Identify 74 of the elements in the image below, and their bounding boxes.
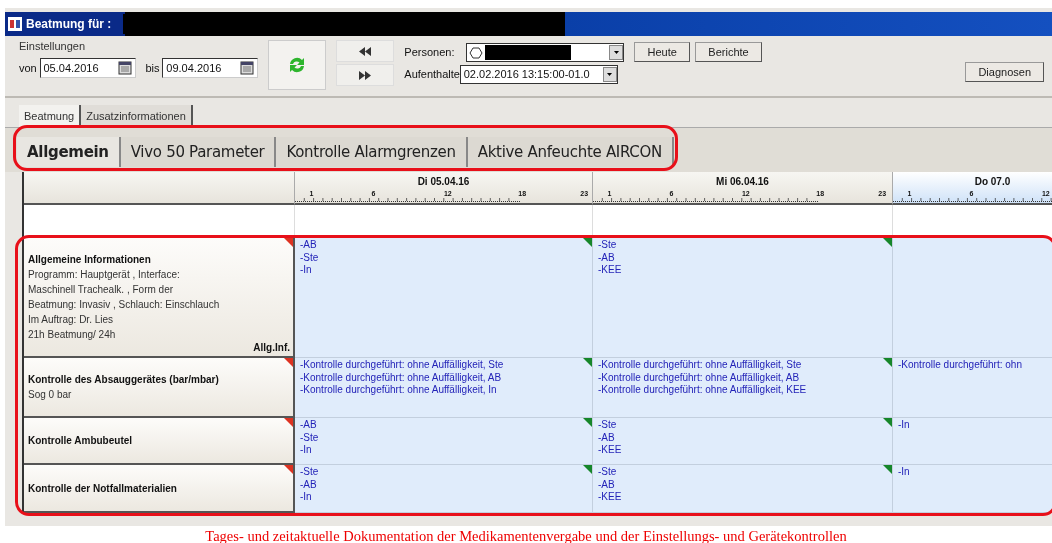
tab[interactable]: Zusatzinformationen	[81, 104, 193, 127]
reports-button[interactable]: Berichte	[695, 42, 762, 62]
field-label: bis	[145, 60, 160, 76]
entry-text: -In	[898, 419, 911, 432]
dropdown-arrow-icon	[607, 72, 613, 76]
field-label: Personen:	[404, 45, 455, 61]
field-label: von	[19, 60, 37, 76]
person-icon	[469, 45, 484, 60]
entry-text: -Ste	[300, 251, 320, 264]
date-field[interactable]: 05.04.2016	[39, 58, 136, 78]
entry-text: -AB	[300, 478, 318, 491]
corner-marker	[284, 465, 293, 474]
date-label: Mi 06.04.16	[715, 175, 770, 189]
corner-marker	[284, 418, 293, 427]
row-detail: Maschinell Trachealk. , Form der	[28, 283, 175, 297]
entry-text: -AB	[598, 478, 616, 491]
entry-text: -In	[300, 264, 313, 277]
entry-text: -Kontrolle durchgeführt: ohne Auffälligkeit, Ste	[598, 359, 803, 372]
dropdown-arrow-icon	[613, 51, 619, 54]
app-logo-icon	[8, 17, 22, 31]
row-title: Allgemeine Informationen	[28, 253, 152, 267]
date-field[interactable]: 09.04.2016	[162, 58, 259, 78]
entry-text: -Kontrolle durchgeführt: ohn	[898, 359, 1023, 372]
diagnoses-button[interactable]: Diagnosen	[965, 62, 1044, 82]
entry-text: -AB	[300, 419, 318, 432]
group-label: Einstellungen	[19, 39, 86, 54]
row-detail: 21h Beatmung/ 24h	[28, 328, 117, 342]
previous-button[interactable]	[336, 40, 395, 62]
entry-text: -AB	[300, 239, 318, 252]
tab[interactable]: Kontrolle Alarmgrenzen	[276, 136, 468, 168]
date-label: Do 07.0	[973, 175, 1012, 189]
tab[interactable]: Vivo 50 Parameter	[120, 136, 277, 168]
entry-text: -KEE	[598, 264, 623, 277]
row-title: Kontrolle des Absauggerätes (bar/mbar)	[28, 373, 220, 387]
next-button[interactable]	[336, 64, 395, 86]
entry-text: -Ste	[300, 431, 320, 444]
entry-text: -In	[898, 466, 911, 479]
row-detail: Programm: Hauptgerät , Interface:	[28, 268, 181, 282]
rewind-icon	[359, 46, 372, 56]
today-button[interactable]: Heute	[634, 42, 690, 62]
entry-text: -Kontrolle durchgeführt: ohne Auffälligkeit, AB	[300, 371, 503, 384]
entry-text: -KEE	[598, 444, 623, 457]
row-title: Kontrolle Ambubeutel	[28, 434, 134, 448]
person-dropdown[interactable]	[466, 43, 625, 62]
row-detail: Beatmung: Invasiv , Schlauch: Einschlauch	[28, 298, 221, 312]
corner-marker	[284, 358, 293, 367]
entry-text: -Kontrolle durchgeführt: ohne Auffälligkeit, In	[300, 384, 498, 397]
calendar-icon[interactable]	[117, 61, 132, 75]
row-detail: Sog 0 bar	[28, 388, 73, 402]
stay-dropdown[interactable]: 02.02.2016 13:15:00-01.0	[459, 64, 618, 84]
entry-text: -Kontrolle durchgeführt: ohne Auffälligkeit, Ste	[300, 359, 505, 372]
entry-text: -In	[300, 491, 313, 504]
entry-text: -AB	[598, 251, 616, 264]
entry-text: -In	[300, 444, 313, 457]
tab[interactable]: Aktive Anfeuchte AIRCON	[467, 136, 674, 168]
field-label: Aufenthalte	[404, 67, 460, 82]
entry-text: -Ste	[598, 239, 618, 252]
entry-text: -KEE	[598, 491, 623, 504]
tab[interactable]: Allgemein	[17, 136, 121, 168]
tab[interactable]: Beatmung	[19, 104, 82, 127]
entry-text: -Kontrolle durchgeführt: ohne Auffälligkeit, KEE	[598, 384, 808, 397]
entry-text: -AB	[598, 431, 616, 444]
fast-forward-icon	[359, 70, 372, 80]
row-title: Kontrolle der Notfallmaterialien	[28, 481, 178, 496]
entry-text: -Kontrolle durchgeführt: ohne Auffälligkeit, AB	[598, 371, 801, 384]
date-label: Di 05.04.16	[416, 175, 471, 189]
row-detail: Im Auftrag: Dr. Lies	[28, 313, 115, 327]
window-title: Beatmung für :	[26, 16, 112, 33]
row-code: Allg.Inf.	[253, 341, 290, 355]
calendar-icon[interactable]	[240, 61, 255, 75]
entry-text: -Ste	[300, 466, 320, 479]
entry-text: -Ste	[598, 466, 618, 479]
corner-marker	[284, 238, 293, 247]
entry-text: -Ste	[598, 419, 618, 432]
